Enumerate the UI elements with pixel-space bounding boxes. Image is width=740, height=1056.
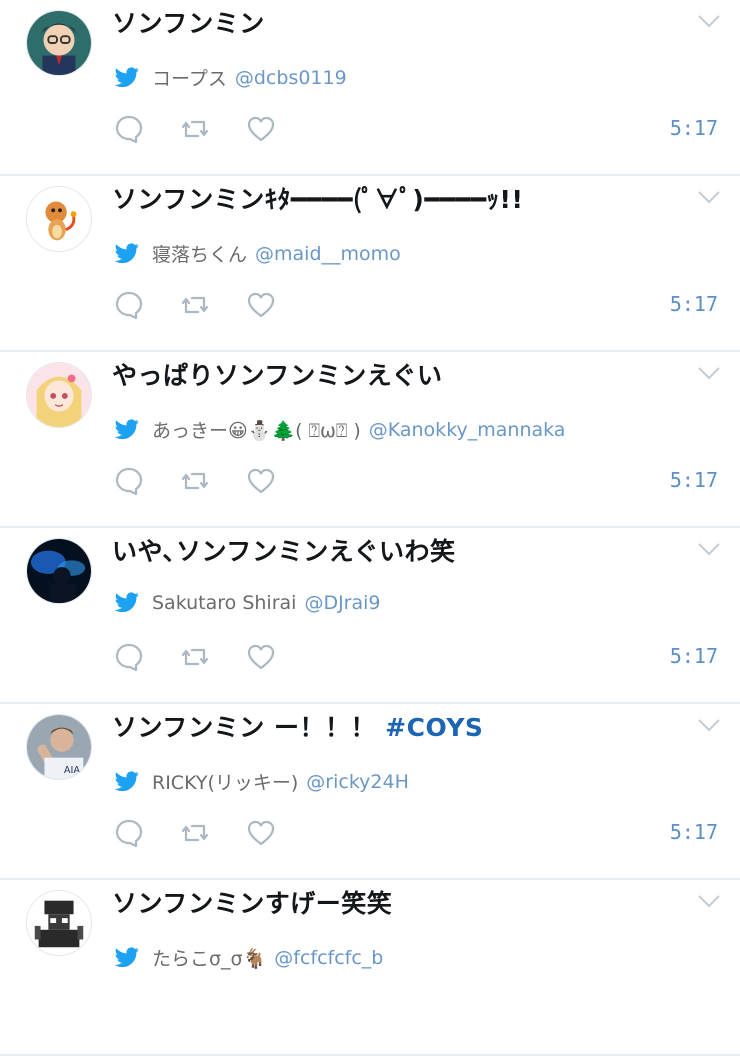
reply-icon[interactable] [114, 290, 144, 320]
tweet-actions [114, 114, 312, 144]
tweet-timestamp[interactable]: 5:17 [670, 116, 718, 140]
reply-icon[interactable] [114, 466, 144, 496]
author-name: Sakutaro Shirai [152, 592, 297, 614]
hashtag-link[interactable]: #COYS [385, 713, 483, 742]
author-name: 寝落ちくん [152, 244, 248, 266]
tweet-timestamp[interactable]: 5:17 [670, 292, 718, 316]
tweet-text: ソンフンミン ー！！！ #COYS [112, 713, 484, 742]
tweet-actions [114, 818, 312, 848]
avatar[interactable] [26, 538, 92, 604]
heart-icon[interactable] [246, 114, 276, 144]
tweet-card[interactable]: やっぱりソンフンミンえぐい あっきー😀⛄🌲( ⍰ω⍰ ) @Kanokky_ma… [0, 352, 740, 528]
tweet-author[interactable]: コープス @dcbs0119 [114, 64, 347, 91]
tweet-card[interactable]: いや､ソンフンミンえぐいわ笑 Sakutaro Shirai @DJrai9 5… [0, 528, 740, 704]
author-handle: @Kanokky_mannaka [368, 418, 566, 441]
tweet-feed: ソンフンミン コープス @dcbs0119 5:17 ソンフンミンｷﾀ━━━━(… [0, 0, 740, 1056]
heart-icon[interactable] [246, 466, 276, 496]
tweet-author[interactable]: 寝落ちくん @maid__momo [114, 240, 401, 267]
chevron-down-icon[interactable] [696, 362, 722, 384]
author-handle: @dcbs0119 [234, 66, 347, 89]
tweet-card[interactable]: ソンフンミンすげー笑笑 たらこσ_σ🐐 @fcfcfcfc_b [0, 880, 740, 1056]
reply-icon[interactable] [114, 818, 144, 848]
author-name: あっきー😀⛄🌲( ⍰ω⍰ ) [152, 420, 361, 442]
avatar[interactable] [26, 362, 92, 428]
tweet-timestamp[interactable]: 5:17 [670, 468, 718, 492]
reply-icon[interactable] [114, 642, 144, 672]
tweet-timestamp[interactable]: 5:17 [670, 644, 718, 668]
twitter-bird-icon [114, 946, 139, 967]
author-handle: @maid__momo [255, 242, 401, 265]
chevron-down-icon[interactable] [696, 890, 722, 912]
avatar[interactable]: AIA [26, 714, 92, 780]
avatar[interactable] [26, 10, 92, 76]
reply-icon[interactable] [114, 114, 144, 144]
heart-icon[interactable] [246, 290, 276, 320]
retweet-icon[interactable] [180, 290, 210, 320]
tweet-card[interactable]: ソンフンミンｷﾀ━━━━(ﾟ∀ﾟ)━━━━ｯ!! 寝落ちくん @maid__mo… [0, 176, 740, 352]
tweet-actions [114, 642, 312, 672]
retweet-icon[interactable] [180, 818, 210, 848]
tweet-text: いや､ソンフンミンえぐいわ笑 [112, 537, 456, 566]
tweet-card[interactable]: AIA ソンフンミン ー！！！ #COYS RICKY(リッキー) @ricky… [0, 704, 740, 880]
tweet-author[interactable]: たらこσ_σ🐐 @fcfcfcfc_b [114, 944, 383, 971]
author-handle: @ricky24H [306, 770, 409, 793]
retweet-icon[interactable] [180, 114, 210, 144]
tweet-author[interactable]: あっきー😀⛄🌲( ⍰ω⍰ ) @Kanokky_mannaka [114, 416, 565, 443]
tweet-author[interactable]: RICKY(リッキー) @ricky24H [114, 768, 409, 795]
chevron-down-icon[interactable] [696, 538, 722, 560]
chevron-down-icon[interactable] [696, 10, 722, 32]
author-handle: @DJrai9 [304, 592, 381, 614]
avatar[interactable] [26, 186, 92, 252]
tweet-timestamp[interactable]: 5:17 [670, 820, 718, 844]
twitter-bird-icon [114, 242, 139, 263]
heart-icon[interactable] [246, 642, 276, 672]
tweet-text: ソンフンミン [112, 9, 265, 38]
chevron-down-icon[interactable] [696, 186, 722, 208]
author-name: コープス [152, 68, 227, 90]
tweet-text: ソンフンミンｷﾀ━━━━(ﾟ∀ﾟ)━━━━ｯ!! [112, 185, 524, 214]
author-name: RICKY(リッキー) [152, 772, 299, 794]
chevron-down-icon[interactable] [696, 714, 722, 736]
twitter-bird-icon [114, 770, 139, 791]
twitter-bird-icon [114, 592, 139, 613]
retweet-icon[interactable] [180, 466, 210, 496]
author-name: たらこσ_σ🐐 [152, 948, 267, 970]
twitter-bird-icon [114, 418, 139, 439]
retweet-icon[interactable] [180, 642, 210, 672]
heart-icon[interactable] [246, 818, 276, 848]
svg-text:AIA: AIA [64, 765, 80, 776]
tweet-actions [114, 466, 312, 496]
avatar[interactable] [26, 890, 92, 956]
tweet-text: ソンフンミンすげー笑笑 [112, 889, 393, 918]
tweet-card[interactable]: ソンフンミン コープス @dcbs0119 5:17 [0, 0, 740, 176]
twitter-bird-icon [114, 66, 139, 87]
tweet-author[interactable]: Sakutaro Shirai @DJrai9 [114, 592, 381, 614]
tweet-actions [114, 290, 312, 320]
tweet-text: やっぱりソンフンミンえぐい [112, 361, 443, 390]
author-handle: @fcfcfcfc_b [274, 946, 384, 969]
